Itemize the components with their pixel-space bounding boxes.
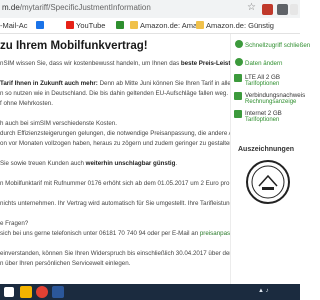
- user-icon: [235, 58, 243, 66]
- line-text: e Fragen?: [0, 220, 29, 227]
- bookmark-mail[interactable]: -Mail-Ac: [0, 21, 28, 30]
- extension-icon[interactable]: [262, 4, 273, 15]
- change-data-link[interactable]: Daten ändern: [235, 58, 283, 67]
- message-line: einverstanden, können Sie Ihren Widerspr…: [0, 250, 265, 258]
- amazon-icon: [196, 21, 204, 29]
- line-text: h auch bei simSIM verschiedenste Kosten.: [0, 120, 117, 127]
- amazon-icon: [130, 21, 138, 29]
- tray-icons[interactable]: ▲ ♪: [258, 288, 269, 294]
- line-text: nSIM wissen Sie, dass wir kostenbewusst …: [0, 60, 181, 67]
- bookmark-amazon-2[interactable]: Amazon.de: Günstig: [196, 21, 274, 30]
- address-field[interactable]: m.de/mytariff/SpecificJustmentInformatio…: [2, 3, 151, 12]
- message-line: n über Ihren persönlichen Servicewelt ei…: [0, 260, 130, 268]
- os-taskbar: ▲ ♪: [0, 284, 300, 300]
- bookmark-unnamed[interactable]: [36, 21, 46, 30]
- message-line: h auch bei simSIM verschiedenste Kosten.: [0, 120, 117, 128]
- line-text: n Mobilfunktarif mit Rufnummer 0176: [0, 180, 102, 187]
- message-line: on vor Monaten vollzogen haben, heraus z…: [0, 140, 235, 148]
- feature-sub-link[interactable]: Tarifoptionen: [245, 117, 279, 123]
- start-icon[interactable]: [4, 287, 14, 297]
- bookmarks-bar: -Mail-Ac YouTube Amazon.de: Amaz Amazon.…: [0, 18, 300, 34]
- message-line: Sie sowie treuen Kunden auch weiterhin u…: [0, 160, 177, 168]
- document-icon: [234, 92, 242, 100]
- line-text: durch Effizienzsteigerungen gelungen, di…: [0, 130, 259, 137]
- line-text: erhöht sich ab dem 01.05.2017 um 2 Euro …: [101, 180, 251, 187]
- line-emphasis: weiterhin unschlagbar günstig: [85, 160, 176, 167]
- line-emphasis: Tarif Ihnen in Zukunft auch mehr:: [0, 80, 98, 87]
- message-line: f ohne Mehrkosten.: [0, 100, 53, 108]
- browser-url-bar[interactable]: m.de/mytariff/SpecificJustmentInformatio…: [0, 0, 300, 19]
- seal-graphic: [251, 165, 285, 199]
- url-host: m.de: [2, 3, 20, 12]
- bookmark-unnamed-2[interactable]: [116, 21, 126, 30]
- url-path: /mytariff/SpecificJustmentInformation: [19, 3, 151, 12]
- feature-label: LTE All 2 GB: [245, 74, 280, 81]
- line-text: n über Ihren persönlichen Servicewelt ei…: [0, 260, 131, 267]
- bookmark-star-icon[interactable]: ☆: [247, 2, 256, 13]
- feature-sub-link[interactable]: Tarifoptionen: [245, 81, 279, 87]
- bookmark-youtube[interactable]: YouTube: [66, 21, 105, 30]
- message-line: durch Effizienzsteigerungen gelungen, di…: [0, 130, 258, 138]
- bookmark-icon: [116, 21, 124, 29]
- file-explorer-icon[interactable]: [20, 286, 32, 298]
- line-text: on vor Monaten vollzogen haben, heraus z…: [0, 140, 235, 147]
- feature-sub-link[interactable]: Rechnungsanzeige: [245, 99, 296, 105]
- bookmark-amazon[interactable]: Amazon.de: Amaz: [130, 21, 201, 30]
- quick-access-close-link[interactable]: Schnellzugriff schließen: [235, 40, 310, 49]
- internet-icon: [234, 110, 242, 118]
- chrome-icon[interactable]: [36, 286, 48, 298]
- lte-icon: [234, 74, 242, 82]
- bookmark-icon: [36, 21, 44, 29]
- youtube-icon: [66, 21, 74, 29]
- awards-heading: Auszeichnungen: [238, 146, 295, 153]
- message-line: e Fragen?: [0, 220, 28, 228]
- feature-label: Internet 2 GB: [245, 110, 282, 117]
- page-title: zu Ihrem Mobilfunkvertrag!: [0, 40, 148, 52]
- award-seal-icon: [246, 160, 290, 204]
- arrow-icon: [235, 40, 243, 48]
- feature-label: Verbindungsnachweis: [245, 92, 306, 99]
- line-text: Sie sowie treuen Kunden auch: [0, 160, 86, 167]
- sidebar: Schnellzugriff schließen Daten ändern LT…: [230, 34, 310, 284]
- line-text: einverstanden, können Sie Ihren Widerspr…: [0, 250, 266, 257]
- menu-icon[interactable]: [290, 4, 298, 15]
- line-text: sich bei uns gerne telefonisch unter 061…: [0, 230, 200, 237]
- line-text: f ohne Mehrkosten.: [0, 100, 53, 107]
- line-text: .: [175, 160, 178, 167]
- app-icon[interactable]: [52, 286, 64, 298]
- message-line: n Mobilfunktarif mit Rufnummer 0176 erhö…: [0, 180, 250, 188]
- extension-icon-2[interactable]: [277, 4, 288, 15]
